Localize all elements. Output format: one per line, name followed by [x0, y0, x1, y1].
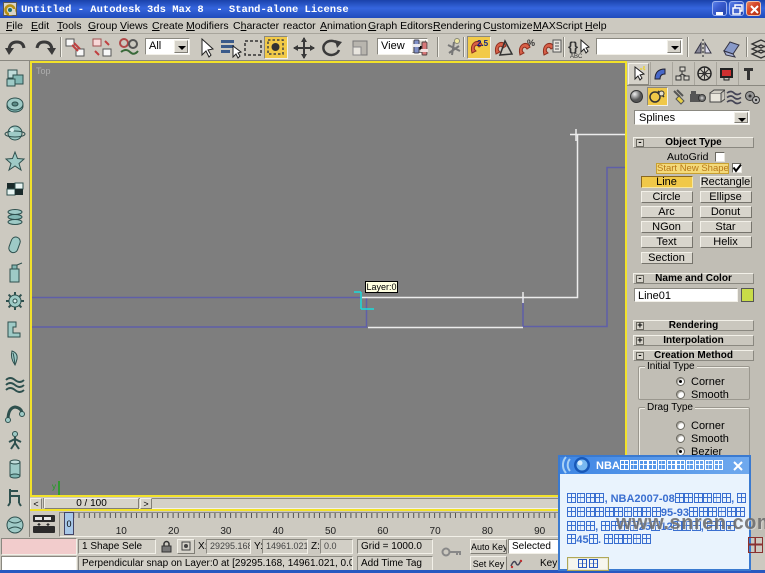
svg-text:70: 70: [430, 526, 442, 536]
svg-text:{}: {}: [568, 39, 578, 54]
svg-text:%: %: [527, 38, 535, 48]
svg-text:90: 90: [534, 526, 546, 536]
svg-text:80: 80: [482, 526, 494, 536]
svg-text:10: 10: [116, 526, 128, 536]
svg-text:60: 60: [377, 526, 389, 536]
svg-text:ABC: ABC: [570, 54, 583, 59]
svg-text:40: 40: [273, 526, 285, 536]
svg-text:30: 30: [220, 526, 232, 536]
svg-text:y: y: [52, 482, 56, 491]
svg-text:2.5: 2.5: [477, 39, 489, 48]
svg-text:50: 50: [325, 526, 337, 536]
svg-text:20: 20: [168, 526, 180, 536]
